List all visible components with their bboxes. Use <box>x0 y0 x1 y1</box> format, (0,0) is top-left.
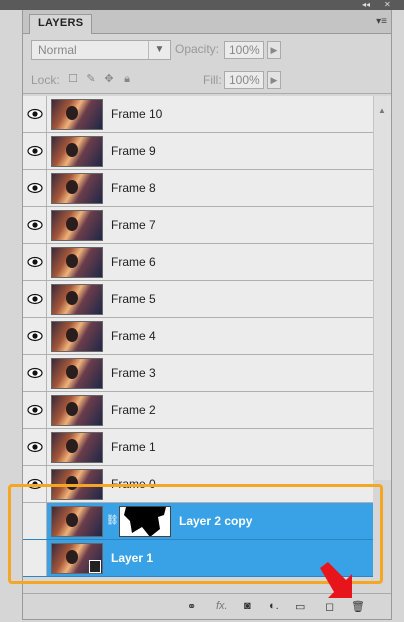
opacity-slider-toggle[interactable]: ▶ <box>267 41 281 59</box>
layer-row[interactable]: Frame 8 <box>23 170 373 207</box>
trash-icon[interactable]: 🗑︎ <box>351 600 365 613</box>
layer-name[interactable]: Frame 5 <box>111 292 156 306</box>
tab-layers[interactable]: LAYERS <box>29 14 93 34</box>
scroll-up-icon[interactable]: ▲ <box>378 106 386 115</box>
visibility-eye-icon[interactable] <box>23 429 47 465</box>
layer-name[interactable]: Frame 10 <box>111 107 162 121</box>
layer-row[interactable]: Frame 3 <box>23 355 373 392</box>
layer-row[interactable]: Frame 6 <box>23 244 373 281</box>
blend-mode-select[interactable]: Normal ▼ <box>31 40 171 60</box>
mask-icon[interactable]: ◙ <box>244 600 251 612</box>
visibility-eye-icon[interactable] <box>23 207 47 243</box>
layer-thumbnail[interactable] <box>51 136 103 167</box>
opacity-input[interactable]: 100% <box>224 41 264 59</box>
red-arrow-annotation <box>320 562 352 598</box>
layer-row[interactable]: Frame 4 <box>23 318 373 355</box>
layer-row[interactable]: Frame 9 <box>23 133 373 170</box>
close-icon[interactable]: ✕ <box>384 1 391 9</box>
visibility-eye-icon[interactable] <box>23 244 47 280</box>
layer-row[interactable]: Frame 1 <box>23 429 373 466</box>
fill-label: Fill: <box>203 73 222 87</box>
chevron-down-icon: ▼ <box>148 41 170 59</box>
fill-input[interactable]: 100% <box>224 71 264 89</box>
link-icon[interactable]: ⚭ <box>187 600 196 613</box>
layers-panel-window: ◂◂ ✕ LAYERS ▾≡ Normal ▼ Opacity: 100% ▶ … <box>0 0 404 622</box>
layer-thumbnail[interactable] <box>51 284 103 315</box>
layer-row[interactable]: Frame 2 <box>23 392 373 429</box>
layer-name[interactable]: Frame 3 <box>111 366 156 380</box>
lock-all-icon[interactable]: 🔒︎ <box>121 73 133 85</box>
visibility-eye-icon[interactable] <box>23 318 47 354</box>
layer-name[interactable]: Frame 1 <box>111 440 156 454</box>
layer-thumbnail[interactable] <box>51 173 103 204</box>
blend-row: Normal ▼ Opacity: 100% ▶ <box>23 36 391 64</box>
lock-move-icon[interactable]: ✥ <box>103 73 115 85</box>
visibility-eye-icon[interactable] <box>23 355 47 391</box>
layer-row[interactable]: Frame 7 <box>23 207 373 244</box>
new-layer-icon[interactable]: ◻ <box>325 600 334 613</box>
visibility-eye-icon[interactable] <box>23 281 47 317</box>
lock-label: Lock: <box>31 73 60 87</box>
fx-icon[interactable]: fx. <box>216 600 228 612</box>
panel-title-strip: ◂◂ ✕ <box>0 0 404 10</box>
layer-name[interactable]: Frame 7 <box>111 218 156 232</box>
layer-thumbnail[interactable] <box>51 432 103 463</box>
layer-thumbnail[interactable] <box>51 210 103 241</box>
layer-thumbnail[interactable] <box>51 395 103 426</box>
folder-icon[interactable]: ▭ <box>295 600 305 613</box>
tab-row: LAYERS ▾≡ <box>23 10 391 34</box>
layer-thumbnail[interactable] <box>51 358 103 389</box>
layer-name[interactable]: Frame 4 <box>111 329 156 343</box>
visibility-eye-icon[interactable] <box>23 392 47 428</box>
layer-thumbnail[interactable] <box>51 247 103 278</box>
fill-slider-toggle[interactable]: ▶ <box>267 71 281 89</box>
lock-brush-icon[interactable]: ✎ <box>85 73 97 85</box>
layer-name[interactable]: Frame 8 <box>111 181 156 195</box>
layer-name[interactable]: Frame 2 <box>111 403 156 417</box>
visibility-eye-icon[interactable] <box>23 133 47 169</box>
layer-name[interactable]: Frame 6 <box>111 255 156 269</box>
layer-row[interactable]: Frame 5 <box>23 281 373 318</box>
layer-name[interactable]: Frame 9 <box>111 144 156 158</box>
adjustment-icon[interactable]: ◐. <box>269 600 279 612</box>
lock-transparency-icon[interactable]: ☐ <box>67 73 79 85</box>
layer-thumbnail[interactable] <box>51 99 103 130</box>
visibility-eye-icon[interactable] <box>23 96 47 132</box>
scrollbar[interactable]: ▲ <box>373 96 391 480</box>
collapse-icon[interactable]: ◂◂ <box>362 1 370 9</box>
panel-menu-icon[interactable]: ▾≡ <box>376 16 387 27</box>
layer-row[interactable]: Frame 10 <box>23 96 373 133</box>
blend-mode-value: Normal <box>38 43 77 57</box>
opacity-label: Opacity: <box>175 42 220 56</box>
visibility-eye-icon[interactable] <box>23 170 47 206</box>
lock-row: Lock: ☐ ✎ ✥ 🔒︎ Fill: 100% ▶ <box>23 66 391 94</box>
layer-thumbnail[interactable] <box>51 321 103 352</box>
